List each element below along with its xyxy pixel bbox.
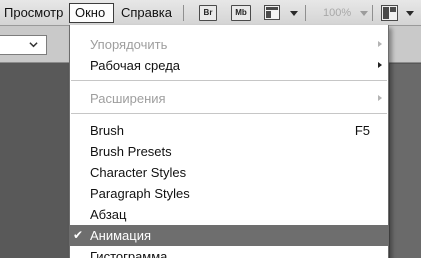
menu-item-paragraph-styles[interactable]: Paragraph Styles: [70, 183, 388, 204]
window-menu-dropdown: Упорядочить Рабочая среда Расширения Bru…: [69, 25, 389, 258]
menu-item-extensions[interactable]: Расширения: [70, 88, 388, 109]
menu-item-label: Абзац: [90, 207, 127, 222]
menu-item-label: Гистограмма: [90, 249, 168, 258]
menu-item-brush-presets[interactable]: Brush Presets: [70, 141, 388, 162]
chevron-down-icon[interactable]: [290, 11, 298, 16]
menu-separator: [71, 80, 387, 81]
zoom-level-field[interactable]: 100%: [323, 6, 359, 20]
menu-view[interactable]: Просмотр: [1, 4, 66, 22]
menu-item-label: Рабочая среда: [90, 58, 181, 73]
toolbar-separator: [372, 5, 373, 21]
menu-help[interactable]: Справка: [118, 4, 175, 22]
menu-item-character-styles[interactable]: Character Styles: [70, 162, 388, 183]
submenu-arrow-icon: [378, 62, 382, 68]
menu-item-label: Brush: [90, 123, 124, 138]
chevron-down-icon[interactable]: [360, 11, 368, 16]
arrange-documents-icon[interactable]: [381, 5, 398, 21]
menu-window[interactable]: Окно: [69, 3, 114, 23]
tool-preset-select[interactable]: [0, 35, 47, 55]
submenu-arrow-icon: [378, 41, 382, 47]
toolbar-separator: [305, 5, 306, 21]
menu-item-shortcut: F5: [354, 123, 370, 138]
chevron-down-icon: [29, 42, 38, 48]
menu-item-paragraph[interactable]: Абзац: [70, 204, 388, 225]
checkmark-icon: ✔: [73, 228, 84, 242]
mini-bridge-button[interactable]: Mb: [231, 5, 251, 21]
menu-item-label: Расширения: [90, 91, 166, 106]
toolbar-separator: [183, 5, 184, 21]
bridge-button[interactable]: Br: [199, 5, 217, 21]
menu-item-histogram[interactable]: Гистограмма: [70, 246, 388, 258]
menubar: Просмотр Окно Справка Br Mb 100%: [0, 0, 421, 26]
menu-item-animation[interactable]: ✔ Анимация: [70, 225, 388, 246]
menu-item-label: Упорядочить: [90, 37, 168, 52]
menu-item-label: Character Styles: [90, 165, 187, 180]
menu-item-label: Paragraph Styles: [90, 186, 190, 201]
menu-item-arrange[interactable]: Упорядочить: [70, 34, 388, 55]
chevron-down-icon[interactable]: [406, 11, 414, 16]
menu-item-label: Brush Presets: [90, 144, 172, 159]
menu-item-brush[interactable]: Brush F5: [70, 120, 388, 141]
view-extras-icon[interactable]: [264, 5, 280, 20]
submenu-arrow-icon: [378, 95, 382, 101]
menu-item-label: Анимация: [90, 228, 152, 243]
panel-dock-strip: [390, 64, 421, 258]
menu-separator: [71, 113, 387, 114]
menu-item-workspace[interactable]: Рабочая среда: [70, 55, 388, 76]
